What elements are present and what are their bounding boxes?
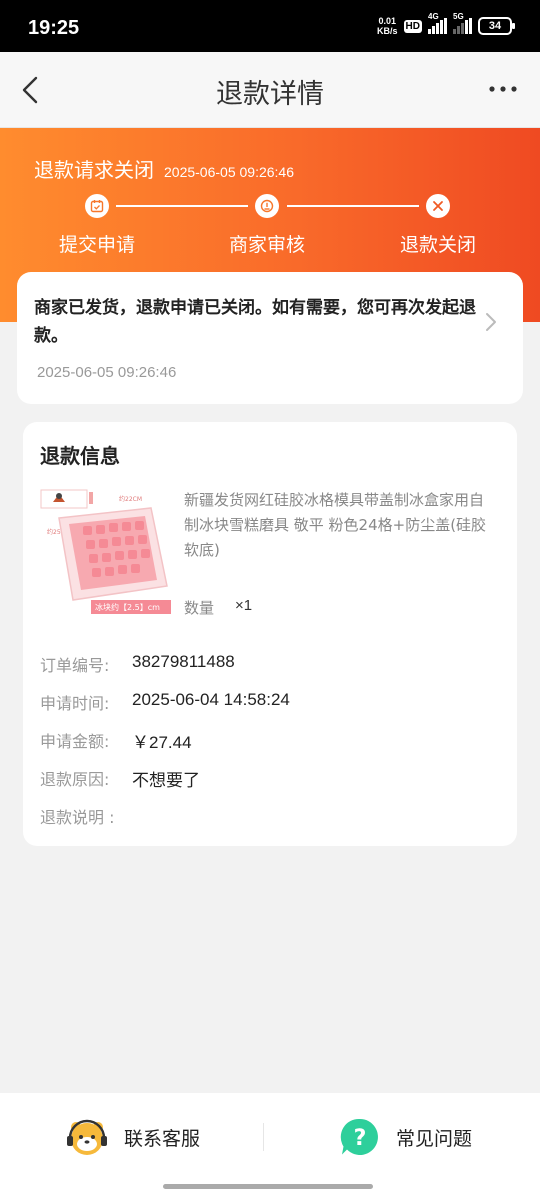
page-title: 退款详情 [216,79,324,110]
notice-time: 2025-06-05 09:26:46 [37,364,177,381]
refund-info-title: 退款信息 [40,444,120,468]
battery-icon: 34 [478,17,515,35]
svg-text:?: ? [354,1126,367,1151]
refund-status-text: 退款请求关闭 [34,158,154,182]
faq-button[interactable]: ? 常见问题 [340,1115,472,1159]
signal-5g-icon: 5G [453,12,472,34]
signal-4g-icon: 4G [428,12,447,34]
close-icon [426,194,450,218]
refund-status-line: 退款请求关闭 2025-06-05 09:26:46 [34,154,294,183]
row-key: 退款原因: [40,770,110,789]
contact-service-button[interactable]: 联系客服 [66,1115,200,1159]
chevron-right-icon [486,313,496,331]
step-refund-closed: 退款关闭 [378,194,498,257]
refund-reason-row: 退款原因: 不想要了 [40,766,200,791]
product-image[interactable]: 约22CM 约25CM 冰块约【2.5】cm [39,486,173,616]
step-label: 退款关闭 [399,234,476,256]
customer-service-mascot-icon [67,1119,107,1155]
notice-message: 商家已发货，退款申请已关闭。如有需要，您可再次发起退款。 [34,298,476,346]
row-key: 申请时间: [40,694,110,713]
header: 退款详情 [0,52,540,128]
apply-time-row: 申请时间: 2025-06-04 14:58:24 [40,690,290,714]
row-key: 退款说明 : [40,808,115,827]
image-caption: 冰块约【2.5】cm [95,602,160,612]
home-indicator[interactable] [163,1184,373,1189]
image-dim-top: 约22CM [119,495,142,503]
step-merchant-review: 商家审核 [207,194,327,257]
apply-amount: ￥27.44 [132,733,192,752]
step-label: 商家审核 [228,234,305,256]
net-speed: 0.01 KB/s [377,16,398,36]
status-bar: 19:25 0.01 KB/s HD 4G 5G 34 [0,0,540,52]
hd-icon: HD [403,19,422,33]
row-key: 申请金额: [40,732,110,751]
divider [263,1123,264,1151]
refund-description-row: 退款说明 : [40,804,132,828]
row-key: 订单编号: [40,656,110,675]
refund-info-card: 退款信息 约22CM 约25CM 冰块约【2.5】cm 新疆发货网红硅胶冰格模具… [23,422,517,846]
step-label: 提交申请 [58,234,135,256]
apply-time: 2025-06-04 14:58:24 [132,690,290,709]
product-name[interactable]: 新疆发货网红硅胶冰格模具带盖制冰盒家用自制冰块雪糕磨具 敬平 粉色24格+防尘盖… [184,488,496,563]
refund-reason: 不想要了 [132,771,200,790]
status-icons: 0.01 KB/s HD 4G 5G 34 [377,12,515,36]
calendar-icon [85,194,109,218]
refund-notice-card[interactable]: 商家已发货，退款申请已关闭。如有需要，您可再次发起退款。 2025-06-05 … [17,272,523,404]
apply-amount-row: 申请金额: ￥27.44 [40,728,192,753]
more-options-icon[interactable] [488,77,518,101]
quantity-value: ×1 [235,597,253,614]
refund-status-time: 2025-06-05 09:26:46 [164,164,294,180]
faq-label: 常见问题 [396,1127,473,1150]
order-number: 38279811488 [132,652,235,671]
order-number-row: 订单编号: 38279811488 [40,652,235,676]
step-submit: 提交申请 [37,194,157,257]
review-icon [255,194,279,218]
faq-question-icon: ? [340,1118,378,1155]
quantity-label: 数量 [184,599,215,617]
status-time: 19:25 [28,17,80,39]
contact-service-label: 联系客服 [124,1127,201,1150]
